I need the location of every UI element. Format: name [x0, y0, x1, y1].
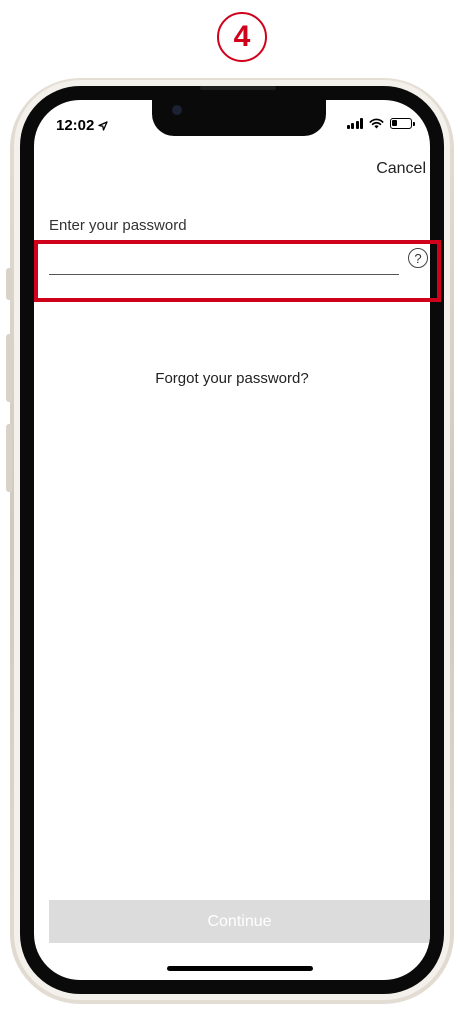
status-bar-time: 12:02 — [56, 117, 109, 134]
status-time-text: 12:02 — [56, 117, 95, 134]
phone-volume-up-button — [6, 334, 12, 402]
front-camera — [172, 105, 182, 115]
tutorial-screenshot: 4 12:02 Cancel Enter your password ? For… — [0, 0, 462, 1011]
location-arrow-icon — [98, 120, 109, 131]
continue-button[interactable]: Continue — [49, 900, 430, 943]
phone-mute-switch — [6, 268, 12, 300]
home-indicator — [167, 966, 313, 971]
status-bar-icons — [346, 118, 415, 129]
forgot-password-link[interactable]: Forgot your password? — [34, 370, 430, 387]
help-icon-glyph: ? — [414, 250, 422, 266]
phone-notch — [152, 100, 326, 136]
phone-volume-down-button — [6, 424, 12, 492]
step-number: 4 — [233, 20, 251, 53]
password-input[interactable] — [49, 244, 399, 275]
cancel-button[interactable]: Cancel — [376, 160, 426, 178]
battery-icon — [390, 118, 415, 129]
cellular-signal-icon — [346, 118, 363, 129]
wifi-icon — [369, 118, 384, 129]
question-circle-icon[interactable]: ? — [408, 248, 428, 268]
phone-speaker — [200, 86, 276, 90]
step-number-badge: 4 — [217, 12, 267, 62]
phone-screen: 12:02 Cancel Enter your password ? Forgo… — [34, 100, 430, 980]
password-field-label: Enter your password — [49, 217, 187, 234]
